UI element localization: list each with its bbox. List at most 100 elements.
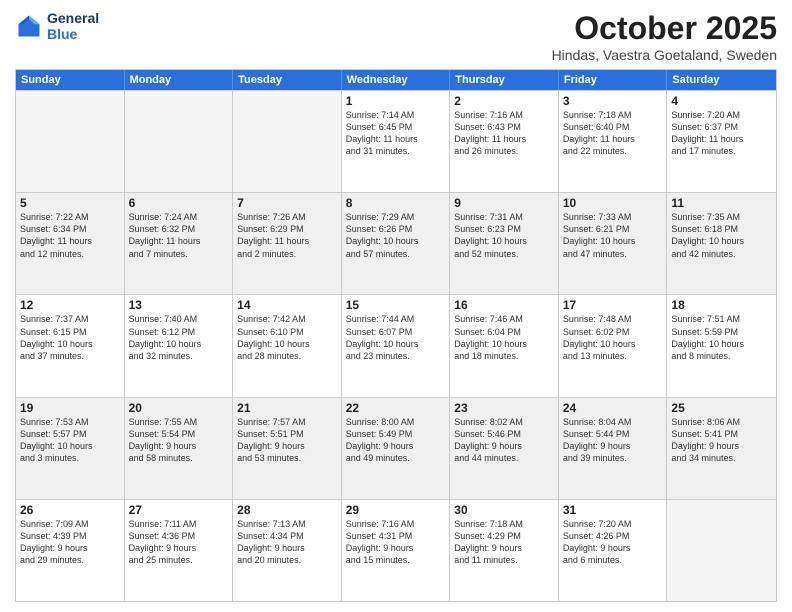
day-number: 20 (129, 401, 229, 415)
day-number: 7 (237, 196, 337, 210)
calendar-row-5: 26Sunrise: 7:09 AM Sunset: 4:39 PM Dayli… (16, 499, 776, 601)
day-number: 10 (563, 196, 663, 210)
cell-info: Sunrise: 7:48 AM Sunset: 6:02 PM Dayligh… (563, 313, 663, 362)
calendar-cell: 28Sunrise: 7:13 AM Sunset: 4:34 PM Dayli… (233, 500, 342, 601)
header-day-tuesday: Tuesday (233, 70, 342, 90)
header-day-monday: Monday (125, 70, 234, 90)
calendar-cell: 30Sunrise: 7:18 AM Sunset: 4:29 PM Dayli… (450, 500, 559, 601)
day-number: 6 (129, 196, 229, 210)
day-number: 21 (237, 401, 337, 415)
calendar-cell: 31Sunrise: 7:20 AM Sunset: 4:26 PM Dayli… (559, 500, 668, 601)
logo-icon (15, 12, 43, 40)
calendar-cell: 1Sunrise: 7:14 AM Sunset: 6:45 PM Daylig… (342, 91, 451, 192)
calendar-cell (667, 500, 776, 601)
day-number: 2 (454, 94, 554, 108)
calendar-row-2: 5Sunrise: 7:22 AM Sunset: 6:34 PM Daylig… (16, 192, 776, 294)
day-number: 9 (454, 196, 554, 210)
calendar-cell (125, 91, 234, 192)
cell-info: Sunrise: 7:13 AM Sunset: 4:34 PM Dayligh… (237, 518, 337, 567)
cell-info: Sunrise: 7:16 AM Sunset: 4:31 PM Dayligh… (346, 518, 446, 567)
day-number: 19 (20, 401, 120, 415)
calendar-row-4: 19Sunrise: 7:53 AM Sunset: 5:57 PM Dayli… (16, 397, 776, 499)
header-day-sunday: Sunday (16, 70, 125, 90)
cell-info: Sunrise: 7:18 AM Sunset: 6:40 PM Dayligh… (563, 109, 663, 158)
title-block: October 2025 Hindas, Vaestra Goetaland, … (552, 10, 777, 63)
cell-info: Sunrise: 7:26 AM Sunset: 6:29 PM Dayligh… (237, 211, 337, 260)
main-title: October 2025 (552, 10, 777, 47)
day-number: 28 (237, 503, 337, 517)
day-number: 27 (129, 503, 229, 517)
cell-info: Sunrise: 7:37 AM Sunset: 6:15 PM Dayligh… (20, 313, 120, 362)
cell-info: Sunrise: 7:40 AM Sunset: 6:12 PM Dayligh… (129, 313, 229, 362)
day-number: 15 (346, 298, 446, 312)
cell-info: Sunrise: 7:16 AM Sunset: 6:43 PM Dayligh… (454, 109, 554, 158)
calendar-cell: 2Sunrise: 7:16 AM Sunset: 6:43 PM Daylig… (450, 91, 559, 192)
header-day-thursday: Thursday (450, 70, 559, 90)
calendar-row-3: 12Sunrise: 7:37 AM Sunset: 6:15 PM Dayli… (16, 294, 776, 396)
calendar-row-1: 1Sunrise: 7:14 AM Sunset: 6:45 PM Daylig… (16, 90, 776, 192)
day-number: 25 (671, 401, 772, 415)
calendar-cell: 6Sunrise: 7:24 AM Sunset: 6:32 PM Daylig… (125, 193, 234, 294)
calendar-body: 1Sunrise: 7:14 AM Sunset: 6:45 PM Daylig… (16, 90, 776, 601)
calendar-cell: 4Sunrise: 7:20 AM Sunset: 6:37 PM Daylig… (667, 91, 776, 192)
calendar-cell: 20Sunrise: 7:55 AM Sunset: 5:54 PM Dayli… (125, 398, 234, 499)
calendar-cell: 8Sunrise: 7:29 AM Sunset: 6:26 PM Daylig… (342, 193, 451, 294)
cell-info: Sunrise: 7:22 AM Sunset: 6:34 PM Dayligh… (20, 211, 120, 260)
calendar-cell: 14Sunrise: 7:42 AM Sunset: 6:10 PM Dayli… (233, 295, 342, 396)
calendar-header: SundayMondayTuesdayWednesdayThursdayFrid… (16, 70, 776, 90)
cell-info: Sunrise: 7:20 AM Sunset: 6:37 PM Dayligh… (671, 109, 772, 158)
calendar-cell: 19Sunrise: 7:53 AM Sunset: 5:57 PM Dayli… (16, 398, 125, 499)
cell-info: Sunrise: 7:18 AM Sunset: 4:29 PM Dayligh… (454, 518, 554, 567)
calendar-cell: 9Sunrise: 7:31 AM Sunset: 6:23 PM Daylig… (450, 193, 559, 294)
cell-info: Sunrise: 7:44 AM Sunset: 6:07 PM Dayligh… (346, 313, 446, 362)
calendar-cell: 7Sunrise: 7:26 AM Sunset: 6:29 PM Daylig… (233, 193, 342, 294)
day-number: 3 (563, 94, 663, 108)
calendar-cell: 18Sunrise: 7:51 AM Sunset: 5:59 PM Dayli… (667, 295, 776, 396)
day-number: 4 (671, 94, 772, 108)
cell-info: Sunrise: 7:09 AM Sunset: 4:39 PM Dayligh… (20, 518, 120, 567)
day-number: 24 (563, 401, 663, 415)
cell-info: Sunrise: 8:02 AM Sunset: 5:46 PM Dayligh… (454, 416, 554, 465)
calendar-cell: 27Sunrise: 7:11 AM Sunset: 4:36 PM Dayli… (125, 500, 234, 601)
cell-info: Sunrise: 7:14 AM Sunset: 6:45 PM Dayligh… (346, 109, 446, 158)
calendar-cell: 17Sunrise: 7:48 AM Sunset: 6:02 PM Dayli… (559, 295, 668, 396)
day-number: 1 (346, 94, 446, 108)
day-number: 22 (346, 401, 446, 415)
calendar-cell: 26Sunrise: 7:09 AM Sunset: 4:39 PM Dayli… (16, 500, 125, 601)
calendar-cell: 15Sunrise: 7:44 AM Sunset: 6:07 PM Dayli… (342, 295, 451, 396)
calendar-cell: 12Sunrise: 7:37 AM Sunset: 6:15 PM Dayli… (16, 295, 125, 396)
calendar-cell: 21Sunrise: 7:57 AM Sunset: 5:51 PM Dayli… (233, 398, 342, 499)
calendar-cell: 22Sunrise: 8:00 AM Sunset: 5:49 PM Dayli… (342, 398, 451, 499)
calendar-cell (16, 91, 125, 192)
cell-info: Sunrise: 7:31 AM Sunset: 6:23 PM Dayligh… (454, 211, 554, 260)
cell-info: Sunrise: 7:51 AM Sunset: 5:59 PM Dayligh… (671, 313, 772, 362)
page: General Blue October 2025 Hindas, Vaestr… (0, 0, 792, 612)
calendar-cell: 24Sunrise: 8:04 AM Sunset: 5:44 PM Dayli… (559, 398, 668, 499)
header-day-saturday: Saturday (667, 70, 776, 90)
cell-info: Sunrise: 7:29 AM Sunset: 6:26 PM Dayligh… (346, 211, 446, 260)
logo-text: General Blue (47, 10, 99, 42)
cell-info: Sunrise: 8:00 AM Sunset: 5:49 PM Dayligh… (346, 416, 446, 465)
cell-info: Sunrise: 7:24 AM Sunset: 6:32 PM Dayligh… (129, 211, 229, 260)
calendar: SundayMondayTuesdayWednesdayThursdayFrid… (15, 69, 777, 602)
calendar-cell: 25Sunrise: 8:06 AM Sunset: 5:41 PM Dayli… (667, 398, 776, 499)
day-number: 13 (129, 298, 229, 312)
day-number: 16 (454, 298, 554, 312)
cell-info: Sunrise: 7:11 AM Sunset: 4:36 PM Dayligh… (129, 518, 229, 567)
calendar-cell: 13Sunrise: 7:40 AM Sunset: 6:12 PM Dayli… (125, 295, 234, 396)
day-number: 11 (671, 196, 772, 210)
cell-info: Sunrise: 7:53 AM Sunset: 5:57 PM Dayligh… (20, 416, 120, 465)
day-number: 30 (454, 503, 554, 517)
calendar-cell: 16Sunrise: 7:46 AM Sunset: 6:04 PM Dayli… (450, 295, 559, 396)
calendar-cell: 11Sunrise: 7:35 AM Sunset: 6:18 PM Dayli… (667, 193, 776, 294)
day-number: 14 (237, 298, 337, 312)
subtitle: Hindas, Vaestra Goetaland, Sweden (552, 47, 777, 63)
cell-info: Sunrise: 7:42 AM Sunset: 6:10 PM Dayligh… (237, 313, 337, 362)
calendar-cell: 29Sunrise: 7:16 AM Sunset: 4:31 PM Dayli… (342, 500, 451, 601)
day-number: 12 (20, 298, 120, 312)
calendar-cell: 3Sunrise: 7:18 AM Sunset: 6:40 PM Daylig… (559, 91, 668, 192)
cell-info: Sunrise: 7:55 AM Sunset: 5:54 PM Dayligh… (129, 416, 229, 465)
day-number: 26 (20, 503, 120, 517)
day-number: 8 (346, 196, 446, 210)
cell-info: Sunrise: 7:35 AM Sunset: 6:18 PM Dayligh… (671, 211, 772, 260)
